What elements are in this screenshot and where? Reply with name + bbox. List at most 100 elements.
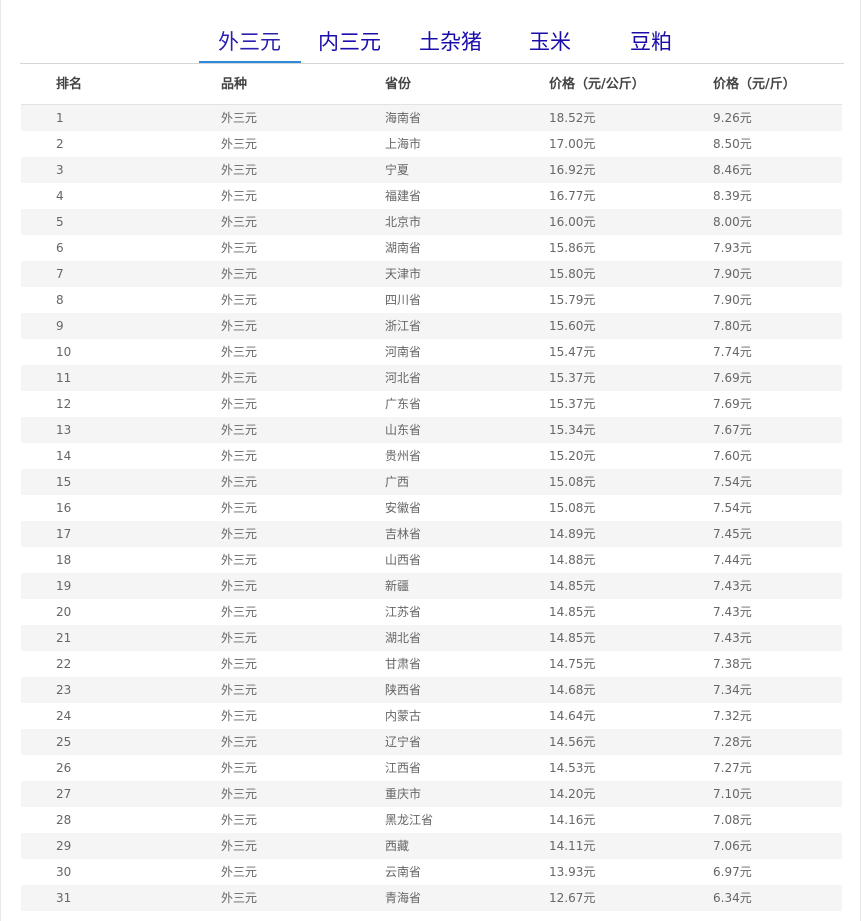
price-kg-cell: 14.89元 — [549, 527, 596, 541]
table-row: 30 外三元 云南省 13.93元 6.97元 — [21, 859, 842, 885]
table-row: 17 外三元 吉林省 14.89元 7.45元 — [21, 521, 842, 547]
table-row: 9 外三元 浙江省 15.60元 7.80元 — [21, 313, 842, 339]
breed-cell: 外三元 — [221, 397, 258, 411]
breed-cell: 外三元 — [221, 605, 258, 619]
price-kg-cell: 16.00元 — [549, 215, 596, 229]
tab-neisanyuan[interactable]: 内三元 — [318, 27, 381, 57]
tab-tuzazhu[interactable]: 土杂猪 — [419, 27, 482, 57]
breed-cell: 外三元 — [221, 813, 258, 827]
price-jin-cell: 7.69元 — [713, 371, 752, 385]
price-kg-cell: 15.08元 — [549, 475, 596, 489]
province-cell: 山东省 — [385, 423, 422, 437]
table-row: 2 外三元 上海市 17.00元 8.50元 — [21, 131, 842, 157]
price-kg-cell: 15.37元 — [549, 371, 596, 385]
price-jin-cell: 7.74元 — [713, 345, 752, 359]
price-jin-cell: 7.43元 — [713, 605, 752, 619]
price-kg-cell: 15.47元 — [549, 345, 596, 359]
table-row: 31 外三元 青海省 12.67元 6.34元 — [21, 885, 842, 911]
price-jin-cell: 7.80元 — [713, 319, 752, 333]
tab-yumi[interactable]: 玉米 — [529, 27, 571, 57]
province-cell: 新疆 — [385, 579, 410, 593]
table-row: 16 外三元 安徽省 15.08元 7.54元 — [21, 495, 842, 521]
rank-cell: 31 — [56, 891, 72, 905]
price-kg-cell: 14.85元 — [549, 631, 596, 645]
rank-cell: 28 — [56, 813, 72, 827]
rank-cell: 2 — [56, 137, 64, 151]
price-ranking-table: 排名 品种 省份 价格（元/公斤） 价格（元/斤） 1 外三元 海南省 18.52元 9… — [21, 65, 842, 911]
province-cell: 河南省 — [385, 345, 422, 359]
table-row: 12 外三元 广东省 15.37元 7.69元 — [21, 391, 842, 417]
rank-cell: 9 — [56, 319, 64, 333]
breed-cell: 外三元 — [221, 241, 258, 255]
rank-cell: 22 — [56, 657, 72, 671]
price-kg-cell: 14.85元 — [549, 579, 596, 593]
price-kg-cell: 16.92元 — [549, 163, 596, 177]
rank-cell: 3 — [56, 163, 64, 177]
price-jin-cell: 7.34元 — [713, 683, 752, 697]
rank-cell: 25 — [56, 735, 72, 749]
breed-cell: 外三元 — [221, 527, 258, 541]
table-header-row: 排名 品种 省份 价格（元/公斤） 价格（元/斤） — [21, 65, 842, 105]
tab-waisanyuan[interactable]: 外三元 — [218, 27, 281, 57]
price-kg-cell: 17.00元 — [549, 137, 596, 151]
province-cell: 河北省 — [385, 371, 422, 385]
price-kg-cell: 16.77元 — [549, 189, 596, 203]
breed-cell: 外三元 — [221, 501, 258, 515]
price-jin-cell: 7.45元 — [713, 527, 752, 541]
province-cell: 黑龙江省 — [385, 813, 434, 827]
table-row: 14 外三元 贵州省 15.20元 7.60元 — [21, 443, 842, 469]
header-breed: 品种 — [221, 77, 248, 92]
price-jin-cell: 6.97元 — [713, 865, 752, 879]
breed-cell: 外三元 — [221, 657, 258, 671]
price-kg-cell: 15.37元 — [549, 397, 596, 411]
price-jin-cell: 7.43元 — [713, 631, 752, 645]
breed-cell: 外三元 — [221, 631, 258, 645]
rank-cell: 8 — [56, 293, 64, 307]
rank-cell: 1 — [56, 111, 64, 125]
price-jin-cell: 7.38元 — [713, 657, 752, 671]
price-jin-cell: 7.93元 — [713, 241, 752, 255]
price-jin-cell: 7.06元 — [713, 839, 752, 853]
province-cell: 浙江省 — [385, 319, 422, 333]
price-kg-cell: 13.93元 — [549, 865, 596, 879]
rank-cell: 18 — [56, 553, 72, 567]
rank-cell: 10 — [56, 345, 72, 359]
rank-cell: 16 — [56, 501, 72, 515]
breed-cell: 外三元 — [221, 891, 258, 905]
tab-doupo[interactable]: 豆粕 — [630, 27, 672, 57]
rank-cell: 15 — [56, 475, 72, 489]
rank-cell: 19 — [56, 579, 72, 593]
province-cell: 海南省 — [385, 111, 422, 125]
price-jin-cell: 8.50元 — [713, 137, 752, 151]
province-cell: 湖北省 — [385, 631, 422, 645]
province-cell: 北京市 — [385, 215, 422, 229]
province-cell: 山西省 — [385, 553, 422, 567]
rank-cell: 11 — [56, 371, 72, 385]
province-cell: 宁夏 — [385, 163, 410, 177]
breed-cell: 外三元 — [221, 709, 258, 723]
rank-cell: 13 — [56, 423, 72, 437]
rank-cell: 26 — [56, 761, 72, 775]
province-cell: 辽宁省 — [385, 735, 422, 749]
price-jin-cell: 7.60元 — [713, 449, 752, 463]
table-row: 13 外三元 山东省 15.34元 7.67元 — [21, 417, 842, 443]
price-jin-cell: 8.46元 — [713, 163, 752, 177]
rank-cell: 27 — [56, 787, 72, 801]
price-kg-cell: 15.80元 — [549, 267, 596, 281]
table-row: 19 外三元 新疆 14.85元 7.43元 — [21, 573, 842, 599]
rank-cell: 30 — [56, 865, 72, 879]
table-body: 1 外三元 海南省 18.52元 9.26元 2 外三元 上海市 17.00元 8.50元 3 外三元… — [21, 105, 842, 911]
table-row: 6 外三元 湖南省 15.86元 7.93元 — [21, 235, 842, 261]
table-row: 3 外三元 宁夏 16.92元 8.46元 — [21, 157, 842, 183]
province-cell: 吉林省 — [385, 527, 422, 541]
province-cell: 江西省 — [385, 761, 422, 775]
price-kg-cell: 15.60元 — [549, 319, 596, 333]
breed-cell: 外三元 — [221, 163, 258, 177]
price-jin-cell: 7.10元 — [713, 787, 752, 801]
province-cell: 云南省 — [385, 865, 422, 879]
price-jin-cell: 9.26元 — [713, 111, 752, 125]
breed-cell: 外三元 — [221, 111, 258, 125]
price-jin-cell: 7.28元 — [713, 735, 752, 749]
breed-cell: 外三元 — [221, 865, 258, 879]
breed-cell: 外三元 — [221, 137, 258, 151]
